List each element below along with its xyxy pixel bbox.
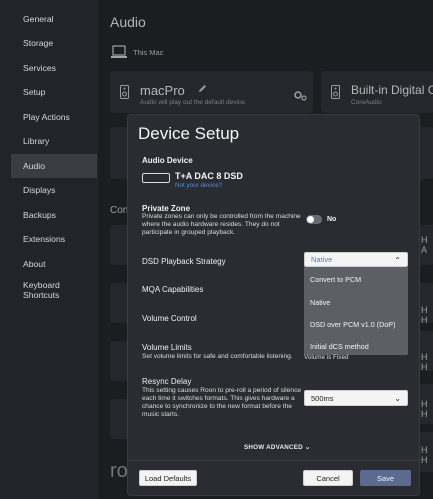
resync-delay-description: This setting causes Roon to pre-roll a p… — [142, 387, 302, 418]
sidebar-item-general[interactable]: General — [11, 7, 97, 31]
device-setup-dialog: Device Setup Audio Device T+A DAC 8 DSD … — [127, 114, 420, 496]
volume-limits-label: Volume Limits — [142, 343, 192, 352]
load-defaults-button[interactable]: Load Defaults — [139, 470, 197, 486]
dsd-strategy-options: Convert to PCM Native DSD over PCM v1.0 … — [304, 267, 408, 355]
dsd-strategy-select[interactable]: Native ⌃ — [304, 252, 408, 267]
dialog-footer-divider — [128, 460, 419, 461]
mqa-capabilities-label: MQA Capabilities — [142, 285, 204, 294]
settings-sidebar: General Storage Services Setup Play Acti… — [0, 0, 98, 499]
sidebar-item-services[interactable]: Services — [11, 56, 97, 80]
chevron-down-icon: ⌄ — [394, 394, 401, 403]
sidebar-item-backups[interactable]: Backups — [11, 203, 97, 227]
dsd-strategy-label: DSD Playback Strategy — [142, 257, 226, 266]
toggle-knob — [307, 216, 314, 223]
sidebar-item-library[interactable]: Library — [11, 129, 97, 153]
device-name: T+A DAC 8 DSD — [175, 171, 243, 181]
show-advanced-label: SHOW ADVANCED — [244, 444, 303, 451]
sidebar-item-about[interactable]: About — [11, 252, 97, 276]
sidebar-item-play-actions[interactable]: Play Actions — [11, 105, 97, 129]
chevron-down-icon: ⌄ — [304, 444, 311, 451]
audio-device-label: Audio Device — [142, 156, 193, 165]
dsd-option-native[interactable]: Native — [310, 298, 330, 307]
volume-fixed-status: Volume is Fixed — [304, 354, 349, 361]
sidebar-item-audio[interactable]: Audio — [11, 154, 97, 178]
resync-delay-value: 500ms — [311, 393, 334, 403]
cancel-button[interactable]: Cancel — [303, 470, 353, 486]
dialog-title: Device Setup — [138, 124, 240, 143]
private-zone-label: Private Zone — [142, 204, 191, 213]
dsd-option-initial-dcs[interactable]: Initial dCS method — [310, 342, 369, 351]
sidebar-item-keyboard-shortcuts[interactable]: Keyboard Shortcuts — [11, 276, 81, 304]
resync-delay-select[interactable]: 500ms ⌄ — [304, 390, 408, 406]
resync-delay-label: Resync Delay — [142, 377, 192, 386]
volume-limits-description: Set volume limits for safe and comfortab… — [142, 353, 293, 360]
not-your-device-link[interactable]: Not your device? — [175, 182, 222, 189]
show-advanced-toggle[interactable]: SHOW ADVANCED ⌄ — [244, 444, 310, 451]
sidebar-item-setup[interactable]: Setup — [11, 80, 97, 104]
dac-device-icon — [142, 173, 170, 183]
dsd-option-convert-pcm[interactable]: Convert to PCM — [310, 275, 361, 284]
dsd-strategy-selected: Native — [311, 255, 333, 264]
save-button[interactable]: Save — [360, 470, 411, 486]
chevron-up-icon: ⌃ — [394, 256, 401, 265]
sidebar-item-displays[interactable]: Displays — [11, 178, 97, 202]
dsd-option-dop[interactable]: DSD over PCM v1.0 (DoP) — [310, 320, 395, 329]
volume-control-label: Volume Control — [142, 314, 197, 323]
sidebar-item-extensions[interactable]: Extensions — [11, 227, 97, 251]
private-zone-description: Private zones can only be controlled fro… — [142, 213, 301, 236]
sidebar-item-storage[interactable]: Storage — [11, 31, 97, 55]
private-zone-toggle-value: No — [327, 216, 337, 223]
private-zone-toggle[interactable] — [306, 215, 322, 224]
